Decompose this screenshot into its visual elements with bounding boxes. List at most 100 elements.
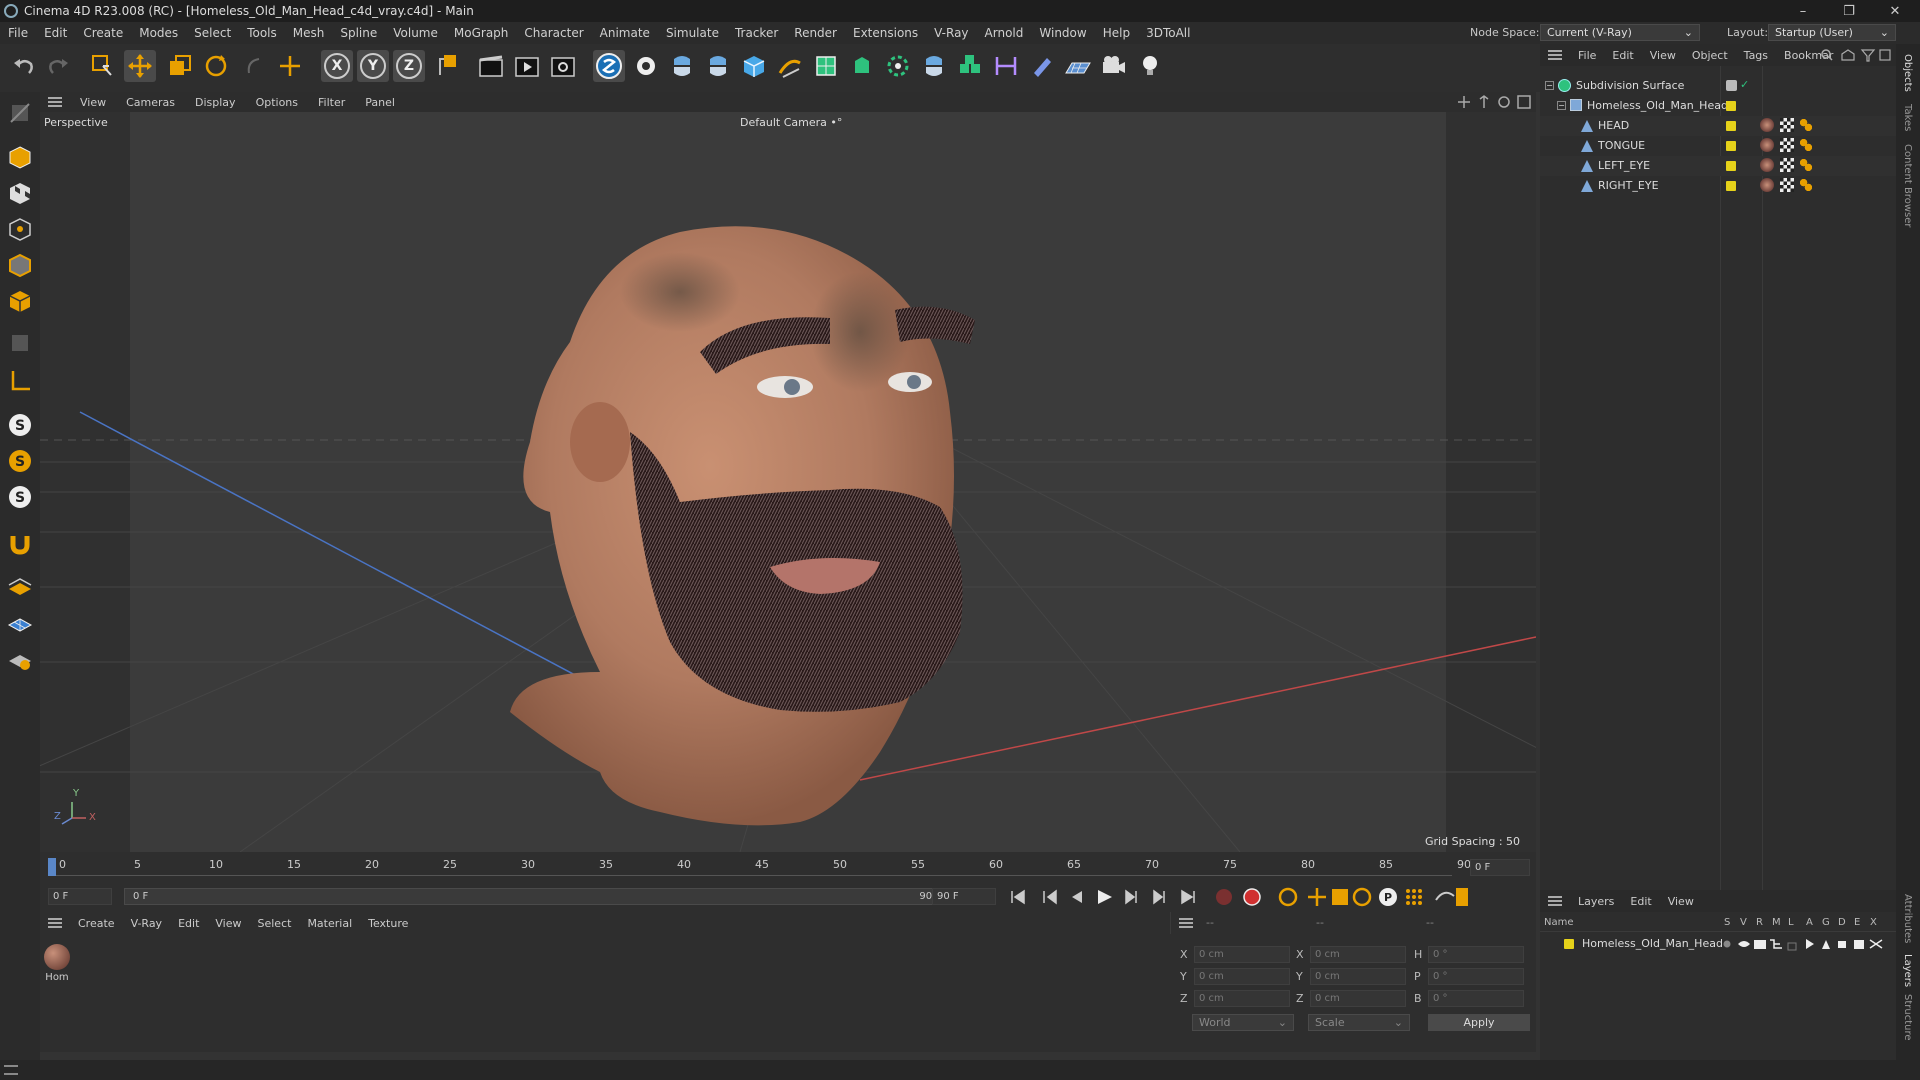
viewport-menu-panel[interactable]: Panel [355, 96, 405, 109]
redo-button[interactable] [42, 50, 74, 82]
tree-row-head[interactable]: HEAD [1540, 116, 1896, 136]
playhead[interactable] [48, 858, 56, 876]
menu-help[interactable]: Help [1095, 26, 1138, 40]
size-z-field[interactable]: 0 cm [1310, 990, 1406, 1007]
tab-attributes[interactable]: Attributes [1902, 894, 1913, 943]
light-button[interactable] [1134, 50, 1166, 82]
material-menu-edit[interactable]: Edit [170, 917, 207, 930]
lock-x-axis-button[interactable]: X [321, 50, 353, 82]
object-menu-edit[interactable]: Edit [1604, 49, 1641, 62]
tab-structure[interactable]: Structure [1902, 994, 1913, 1041]
object-menu-tags[interactable]: Tags [1736, 49, 1776, 62]
render-view-button[interactable] [511, 50, 543, 82]
polygon-mode-button[interactable] [4, 286, 36, 316]
workplane-button[interactable] [4, 366, 36, 396]
menu-3dtoall[interactable]: 3DToAll [1138, 26, 1198, 40]
3d-viewport[interactable]: Perspective Default Camera •° Grid Spaci… [40, 112, 1536, 852]
vray-sun-button[interactable] [630, 50, 662, 82]
rot-p-field[interactable]: 0 ° [1428, 968, 1524, 985]
viewport-menu-filter[interactable]: Filter [308, 96, 355, 109]
enabled-check-icon[interactable]: ✓ [1740, 78, 1749, 91]
menu-tools[interactable]: Tools [239, 26, 285, 40]
magnet-button[interactable] [4, 528, 36, 558]
tab-objects[interactable]: Objects [1902, 54, 1913, 92]
menu-simulate[interactable]: Simulate [658, 26, 727, 40]
material-tag-icon[interactable] [1760, 138, 1774, 152]
symmetry-button[interactable] [990, 50, 1022, 82]
minimize-button[interactable]: – [1780, 0, 1826, 22]
end-frame-field[interactable]: 90 F [932, 888, 996, 905]
subdivision-button[interactable] [810, 50, 842, 82]
layer-row[interactable]: Homeless_Old_Man_Head [1540, 934, 1896, 954]
uvw-tag-icon[interactable] [1780, 158, 1794, 172]
material-menu-create[interactable]: Create [70, 917, 123, 930]
close-button[interactable]: ✕ [1872, 0, 1918, 22]
menu-animate[interactable]: Animate [592, 26, 658, 40]
material-tag-icon[interactable] [1760, 118, 1774, 132]
menu-volume[interactable]: Volume [385, 26, 446, 40]
menu-character[interactable]: Character [516, 26, 591, 40]
viewport-menu-options[interactable]: Options [246, 96, 308, 109]
tree-row-right-eye[interactable]: RIGHT_EYE [1540, 176, 1896, 196]
timeline-ruler[interactable]: 0 5 10 15 20 25 30 35 40 45 50 55 60 65 … [40, 852, 1536, 882]
timeline-layer-button[interactable] [4, 644, 36, 674]
object-menu-view[interactable]: View [1642, 49, 1684, 62]
material-tag-icon[interactable] [1760, 178, 1774, 192]
make-editable-button[interactable] [4, 98, 36, 128]
current-frame-field[interactable]: 0 F [1470, 859, 1530, 876]
axis-tool-button[interactable] [274, 50, 306, 82]
tree-row-homeless-old-man-head[interactable]: − Homeless_Old_Man_Head [1540, 96, 1896, 116]
soft-selection-button[interactable]: S [4, 446, 36, 476]
fracture-button[interactable] [954, 50, 986, 82]
menu-vray[interactable]: V-Ray [926, 26, 976, 40]
python-script-button[interactable] [666, 50, 698, 82]
layer-menu-view[interactable]: View [1660, 895, 1702, 908]
edge-mode-button[interactable] [4, 250, 36, 280]
point-mode-button[interactable] [4, 214, 36, 244]
menu-spline[interactable]: Spline [332, 26, 385, 40]
scale-tool-button[interactable] [164, 50, 196, 82]
vray-button[interactable] [593, 50, 625, 82]
symmetry-s-button[interactable]: S [4, 482, 36, 512]
uv-mode-button[interactable] [4, 328, 36, 358]
tab-takes[interactable]: Takes [1902, 104, 1913, 131]
menu-mesh[interactable]: Mesh [285, 26, 333, 40]
pos-x-field[interactable]: 0 cm [1194, 946, 1290, 963]
rot-h-field[interactable]: 0 ° [1428, 946, 1524, 963]
material-menu-material[interactable]: Material [299, 917, 360, 930]
lock-y-axis-button[interactable]: Y [357, 50, 389, 82]
material-menu-texture[interactable]: Texture [360, 917, 416, 930]
tree-row-left-eye[interactable]: LEFT_EYE [1540, 156, 1896, 176]
collapse-toggle-icon[interactable]: − [1545, 81, 1554, 90]
coord-mode-select[interactable]: Scale ⌄ [1308, 1014, 1410, 1031]
rotate-tool-button[interactable] [200, 50, 232, 82]
selection-tag-icon[interactable] [1800, 159, 1812, 171]
python-generator-button[interactable] [918, 50, 950, 82]
uvw-tag-icon[interactable] [1780, 118, 1794, 132]
render-region-button[interactable] [475, 50, 507, 82]
live-selection-button[interactable] [86, 50, 118, 82]
frame-range-slider[interactable]: 0 F 90 F [124, 888, 954, 905]
material-tag-icon[interactable] [1760, 158, 1774, 172]
model-mode-button[interactable] [4, 142, 36, 172]
uvw-tag-icon[interactable] [1780, 138, 1794, 152]
pos-z-field[interactable]: 0 cm [1194, 990, 1290, 1007]
undo-button[interactable] [8, 50, 40, 82]
pos-y-field[interactable]: 0 cm [1194, 968, 1290, 985]
material-menu-view[interactable]: View [207, 917, 249, 930]
uvw-tag-icon[interactable] [1780, 178, 1794, 192]
status-menu-icon[interactable] [4, 1065, 18, 1075]
tab-layers[interactable]: Layers [1902, 954, 1913, 987]
material-thumbnail[interactable]: Hom [42, 942, 72, 988]
selection-tag-icon[interactable] [1800, 179, 1812, 191]
cloner-button[interactable] [882, 50, 914, 82]
floor-button[interactable] [1062, 50, 1094, 82]
rot-b-field[interactable]: 0 ° [1428, 990, 1524, 1007]
transport-buttons[interactable]: P [1008, 886, 1468, 908]
deformer-button[interactable] [1026, 50, 1058, 82]
coord-space-select[interactable]: World ⌄ [1192, 1014, 1294, 1031]
pen-tool-button[interactable] [774, 50, 806, 82]
object-menu-object[interactable]: Object [1684, 49, 1736, 62]
menu-select[interactable]: Select [186, 26, 239, 40]
menu-file[interactable]: File [0, 26, 36, 40]
